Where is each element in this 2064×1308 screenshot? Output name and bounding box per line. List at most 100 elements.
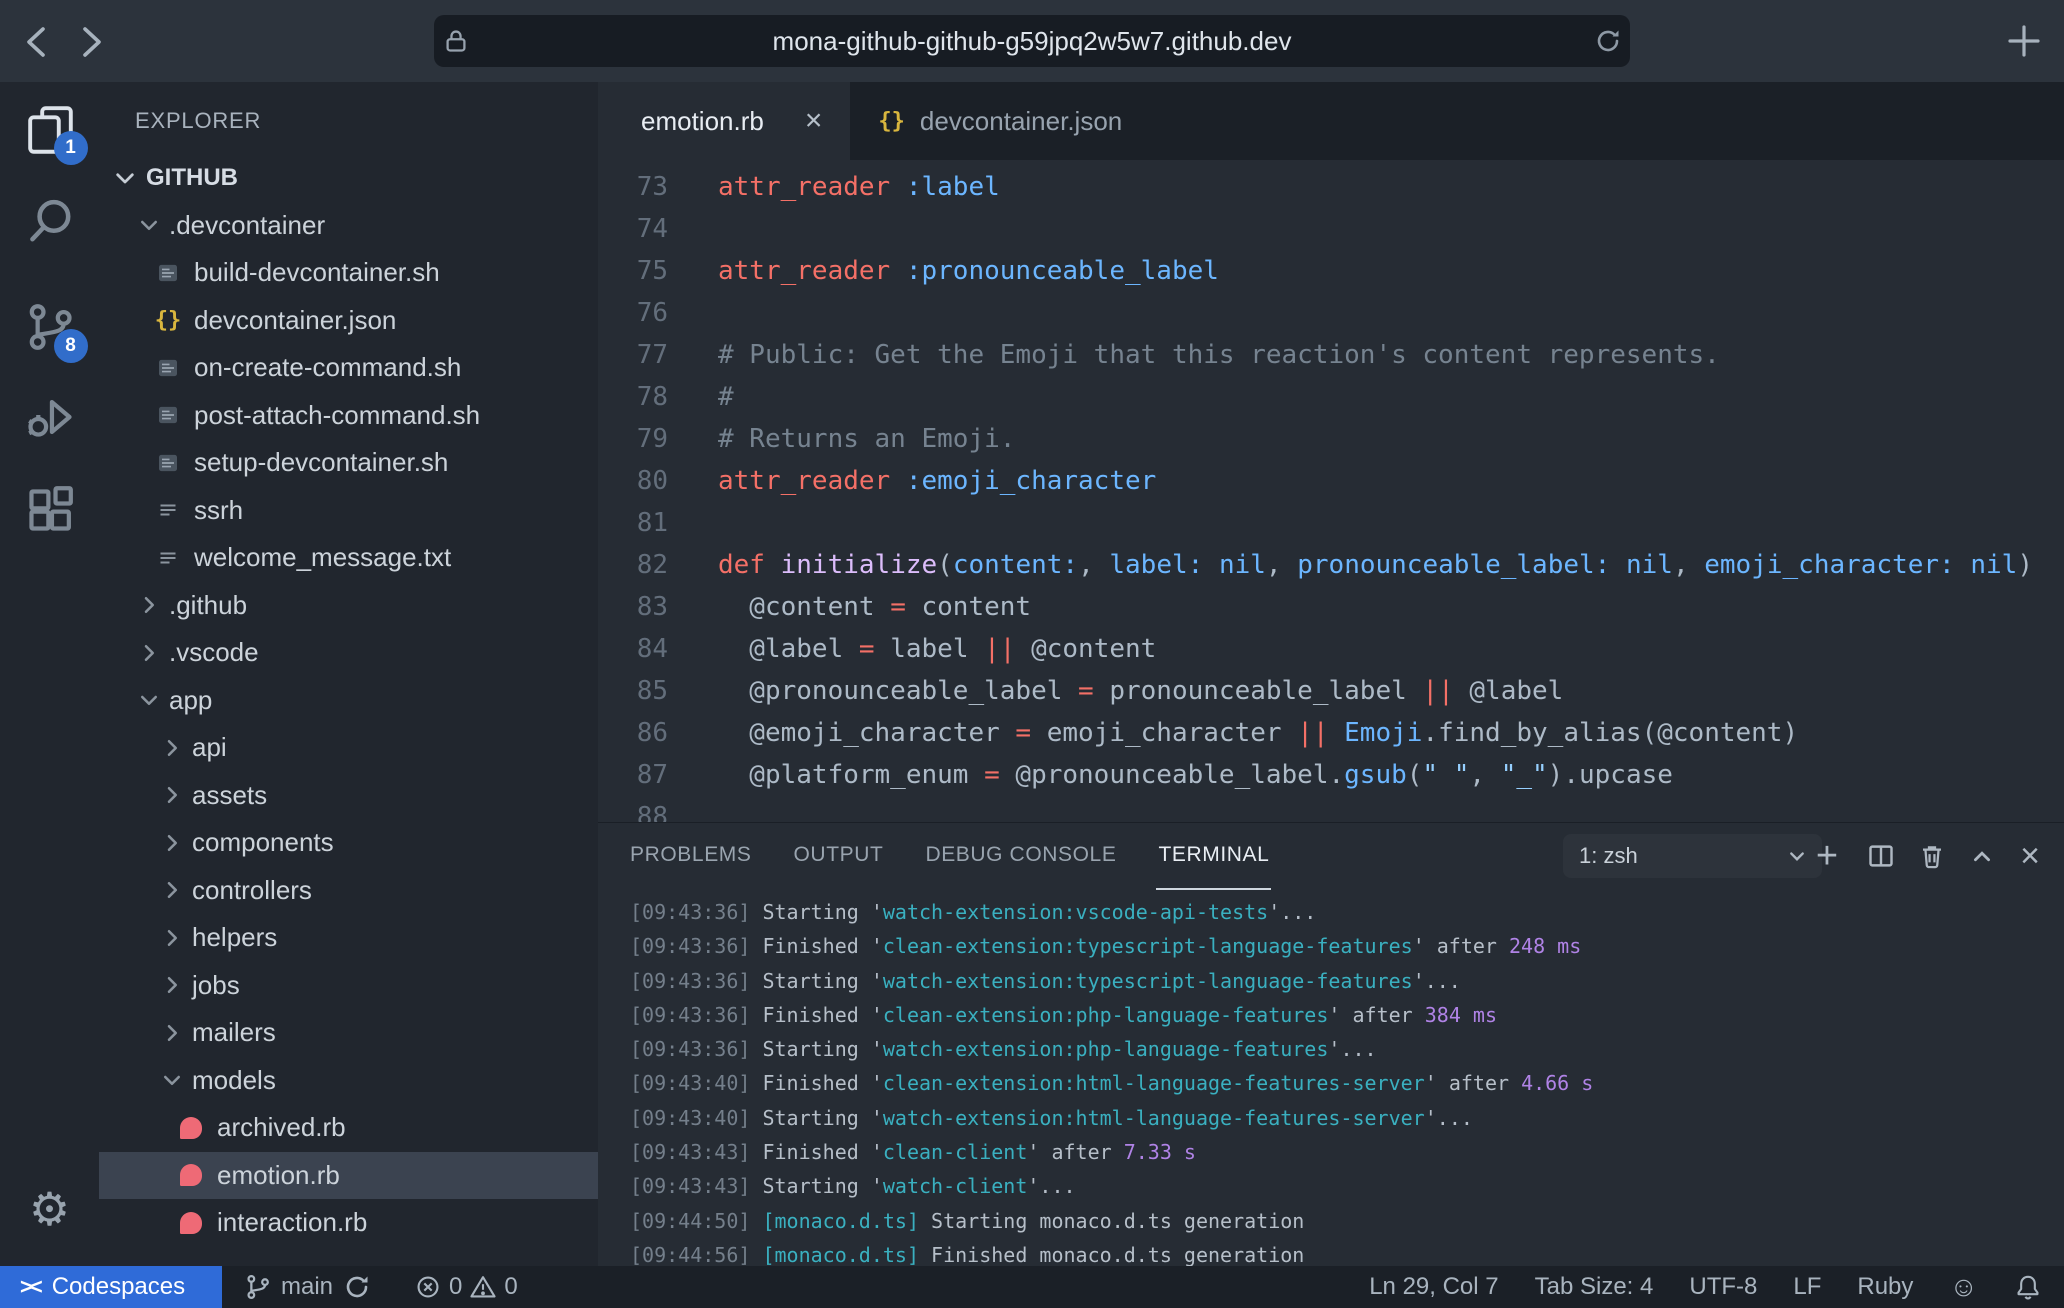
explorer-sidebar: EXPLORER GITHUB .devcontainerbuild-devco… (99, 82, 598, 1266)
remote-icon: >< (20, 1274, 40, 1300)
maximize-panel-button[interactable] (1962, 836, 2002, 876)
tree-root-label: GITHUB (146, 164, 238, 192)
run-debug-activity-button[interactable] (21, 388, 79, 446)
tree-folder-models[interactable]: models (99, 1057, 598, 1105)
new-terminal-button[interactable]: + (1807, 836, 1847, 876)
chevron-right-icon (160, 926, 184, 950)
tab-devcontainer-json[interactable]: {} devcontainer.json (850, 82, 1150, 160)
tab-terminal[interactable]: TERMINAL (1156, 822, 1271, 890)
explorer-activity-button[interactable]: 1 (21, 100, 79, 158)
code-text: @pronounceable_label = pronounceable_lab… (668, 670, 1563, 712)
close-panel-button[interactable]: × (2010, 836, 2050, 876)
line-number: 83 (598, 586, 668, 628)
reload-button[interactable] (1586, 26, 1630, 56)
shell-file-icon (155, 356, 181, 380)
code-text: # Public: Get the Emoji that this reacti… (668, 334, 1720, 376)
tree-file-setup-devcontainer.sh[interactable]: setup-devcontainer.sh (99, 439, 598, 487)
eol-indicator[interactable]: LF (1793, 1273, 1821, 1301)
line-number: 86 (598, 712, 668, 754)
status-right: Ln 29, Col 7 Tab Size: 4 UTF-8 LF Ruby ☺ (1369, 1273, 2064, 1301)
terminal-line-1: [09:43:36] Starting 'watch-extension:vsc… (630, 895, 2064, 929)
tree-file-post-attach-command.sh[interactable]: post-attach-command.sh (99, 392, 598, 440)
code-line-86: 86 @emoji_character = emoji_character ||… (598, 712, 2064, 754)
tab-debug-console[interactable]: DEBUG CONSOLE (923, 822, 1118, 890)
feedback-smiley-icon[interactable]: ☺ (1949, 1273, 1978, 1301)
code-line-81: 81 (598, 502, 2064, 544)
terminal-line-7: [09:43:40] Starting 'watch-extension:htm… (630, 1101, 2064, 1135)
new-tab-button[interactable] (2002, 19, 2046, 63)
code-line-74: 74 (598, 208, 2064, 250)
tree-folder-jobs[interactable]: jobs (99, 962, 598, 1010)
kill-terminal-button[interactable] (1912, 836, 1952, 876)
extensions-activity-button[interactable] (21, 481, 79, 539)
tab-problems[interactable]: PROBLEMS (628, 822, 754, 890)
tree-item-label: app (169, 685, 212, 716)
tree-root-github[interactable]: GITHUB (99, 154, 598, 202)
ruby-file-icon (178, 1117, 204, 1139)
json-file-icon: {} (878, 109, 905, 134)
extensions-icon (24, 484, 76, 536)
line-number: 78 (598, 376, 668, 418)
tab-size-indicator[interactable]: Tab Size: 4 (1535, 1273, 1654, 1301)
sync-icon (342, 1272, 372, 1302)
cursor-position[interactable]: Ln 29, Col 7 (1369, 1273, 1498, 1301)
tree-folder-app[interactable]: app (99, 677, 598, 725)
tree-file-archived.rb[interactable]: archived.rb (99, 1104, 598, 1152)
plus-icon (2004, 21, 2044, 61)
split-terminal-button[interactable] (1861, 836, 1901, 876)
tree-file-build-devcontainer.sh[interactable]: build-devcontainer.sh (99, 249, 598, 297)
tree-item-label: api (192, 732, 227, 763)
tab-output[interactable]: OUTPUT (792, 822, 886, 890)
search-activity-button[interactable] (21, 192, 79, 250)
source-control-activity-button[interactable]: 8 (21, 298, 79, 356)
shell-file-icon (155, 261, 181, 285)
tree-file-on-create-command.sh[interactable]: on-create-command.sh (99, 344, 598, 392)
browser-back-button[interactable] (16, 20, 60, 64)
tab-label: emotion.rb (641, 106, 764, 137)
settings-button[interactable]: ⚙ (21, 1180, 79, 1238)
tree-folder-api[interactable]: api (99, 724, 598, 772)
close-tab-icon[interactable]: × (805, 104, 823, 138)
tree-file-emotion.rb[interactable]: emotion.rb (99, 1152, 598, 1200)
notifications-bell-icon[interactable] (2014, 1273, 2042, 1301)
tree-folder-.github[interactable]: .github (99, 582, 598, 630)
language-indicator[interactable]: Ruby (1857, 1273, 1913, 1301)
tree-folder-.vscode[interactable]: .vscode (99, 629, 598, 677)
line-number: 82 (598, 544, 668, 586)
chevron-right-icon (160, 736, 184, 760)
problems-indicator[interactable]: 0 0 (414, 1273, 518, 1301)
code-line-73: 73attr_reader :label (598, 166, 2064, 208)
tree-file-devcontainer.json[interactable]: {}devcontainer.json (99, 297, 598, 345)
code-editor[interactable]: 73attr_reader :label7475attr_reader :pro… (598, 160, 2064, 828)
tree-folder-helpers[interactable]: helpers (99, 914, 598, 962)
terminal-shell-selector[interactable]: 1: zsh (1563, 834, 1822, 878)
tree-folder-assets[interactable]: assets (99, 772, 598, 820)
tree-folder-mailers[interactable]: mailers (99, 1009, 598, 1057)
tree-folder-controllers[interactable]: controllers (99, 867, 598, 915)
code-line-79: 79# Returns an Emoji. (598, 418, 2064, 460)
browser-forward-button[interactable] (68, 20, 112, 64)
trash-icon (1917, 841, 1947, 871)
tree-folder-components[interactable]: components (99, 819, 598, 867)
tree-item-label: devcontainer.json (194, 305, 396, 336)
code-line-78: 78# (598, 376, 2064, 418)
codespaces-remote-button[interactable]: >< Codespaces (0, 1266, 222, 1308)
tree-folder-.devcontainer[interactable]: .devcontainer (99, 202, 598, 250)
tree-file-interaction.rb[interactable]: interaction.rb (99, 1199, 598, 1247)
terminal-line-4: [09:43:36] Finished 'clean-extension:php… (630, 998, 2064, 1032)
tree-file-ssrh[interactable]: ssrh (99, 487, 598, 535)
address-bar[interactable]: mona-github-github-g59jpq2w5w7.github.de… (434, 15, 1630, 67)
tree-file-welcome_message.txt[interactable]: welcome_message.txt (99, 534, 598, 582)
line-number: 79 (598, 418, 668, 460)
chevron-right-icon (160, 831, 184, 855)
code-line-84: 84 @label = label || @content (598, 628, 2064, 670)
ruby-file-icon (178, 1212, 204, 1234)
tree-item-label: interaction.rb (217, 1207, 367, 1238)
tab-emotion-rb[interactable]: emotion.rb × (598, 82, 850, 160)
terminal-output[interactable]: [09:43:36] Starting 'watch-extension:vsc… (598, 889, 2064, 1273)
code-text (668, 502, 718, 544)
encoding-indicator[interactable]: UTF-8 (1689, 1273, 1757, 1301)
branch-indicator[interactable]: main (244, 1272, 372, 1302)
tree-item-label: welcome_message.txt (194, 542, 451, 573)
code-line-85: 85 @pronounceable_label = pronounceable_… (598, 670, 2064, 712)
